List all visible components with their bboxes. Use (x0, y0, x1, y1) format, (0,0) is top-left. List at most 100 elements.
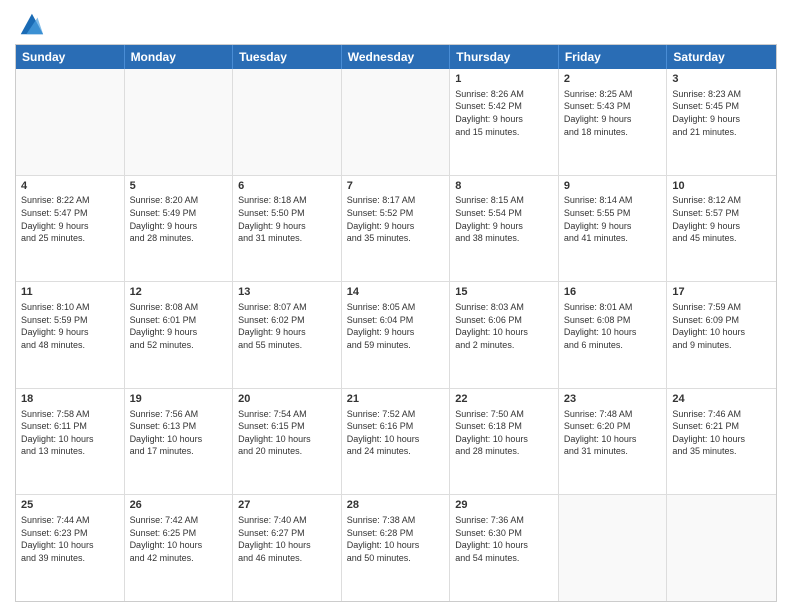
calendar-cell: 2Sunrise: 8:25 AM Sunset: 5:43 PM Daylig… (559, 69, 668, 175)
logo-icon (17, 10, 45, 38)
day-info: Sunrise: 7:59 AM Sunset: 6:09 PM Dayligh… (672, 301, 771, 351)
day-number: 22 (455, 392, 553, 407)
calendar-cell: 8Sunrise: 8:15 AM Sunset: 5:54 PM Daylig… (450, 176, 559, 282)
day-number: 8 (455, 179, 553, 194)
day-info: Sunrise: 8:20 AM Sunset: 5:49 PM Dayligh… (130, 194, 228, 244)
header-cell-monday: Monday (125, 45, 234, 69)
day-info: Sunrise: 7:44 AM Sunset: 6:23 PM Dayligh… (21, 514, 119, 564)
day-number: 4 (21, 179, 119, 194)
calendar-cell: 24Sunrise: 7:46 AM Sunset: 6:21 PM Dayli… (667, 389, 776, 495)
calendar-cell: 3Sunrise: 8:23 AM Sunset: 5:45 PM Daylig… (667, 69, 776, 175)
day-info: Sunrise: 8:01 AM Sunset: 6:08 PM Dayligh… (564, 301, 662, 351)
calendar-cell: 5Sunrise: 8:20 AM Sunset: 5:49 PM Daylig… (125, 176, 234, 282)
calendar-cell: 9Sunrise: 8:14 AM Sunset: 5:55 PM Daylig… (559, 176, 668, 282)
day-number: 27 (238, 498, 336, 513)
calendar-cell (342, 69, 451, 175)
day-number: 19 (130, 392, 228, 407)
day-number: 23 (564, 392, 662, 407)
day-info: Sunrise: 8:12 AM Sunset: 5:57 PM Dayligh… (672, 194, 771, 244)
calendar-cell: 26Sunrise: 7:42 AM Sunset: 6:25 PM Dayli… (125, 495, 234, 601)
day-number: 11 (21, 285, 119, 300)
day-number: 6 (238, 179, 336, 194)
header-cell-thursday: Thursday (450, 45, 559, 69)
day-number: 5 (130, 179, 228, 194)
calendar-cell: 12Sunrise: 8:08 AM Sunset: 6:01 PM Dayli… (125, 282, 234, 388)
calendar-cell: 29Sunrise: 7:36 AM Sunset: 6:30 PM Dayli… (450, 495, 559, 601)
calendar-cell: 10Sunrise: 8:12 AM Sunset: 5:57 PM Dayli… (667, 176, 776, 282)
calendar-header: SundayMondayTuesdayWednesdayThursdayFrid… (16, 45, 776, 69)
day-number: 7 (347, 179, 445, 194)
day-info: Sunrise: 7:52 AM Sunset: 6:16 PM Dayligh… (347, 408, 445, 458)
calendar-cell: 19Sunrise: 7:56 AM Sunset: 6:13 PM Dayli… (125, 389, 234, 495)
day-number: 12 (130, 285, 228, 300)
day-number: 13 (238, 285, 336, 300)
day-number: 18 (21, 392, 119, 407)
calendar-cell: 23Sunrise: 7:48 AM Sunset: 6:20 PM Dayli… (559, 389, 668, 495)
day-number: 1 (455, 72, 553, 87)
calendar-cell: 6Sunrise: 8:18 AM Sunset: 5:50 PM Daylig… (233, 176, 342, 282)
day-info: Sunrise: 7:56 AM Sunset: 6:13 PM Dayligh… (130, 408, 228, 458)
day-info: Sunrise: 8:25 AM Sunset: 5:43 PM Dayligh… (564, 88, 662, 138)
day-info: Sunrise: 8:07 AM Sunset: 6:02 PM Dayligh… (238, 301, 336, 351)
day-info: Sunrise: 8:08 AM Sunset: 6:01 PM Dayligh… (130, 301, 228, 351)
day-number: 26 (130, 498, 228, 513)
calendar-cell (125, 69, 234, 175)
day-info: Sunrise: 7:42 AM Sunset: 6:25 PM Dayligh… (130, 514, 228, 564)
calendar-row-4: 25Sunrise: 7:44 AM Sunset: 6:23 PM Dayli… (16, 495, 776, 601)
day-number: 29 (455, 498, 553, 513)
day-info: Sunrise: 7:36 AM Sunset: 6:30 PM Dayligh… (455, 514, 553, 564)
logo (15, 10, 45, 38)
header-cell-friday: Friday (559, 45, 668, 69)
calendar-cell (559, 495, 668, 601)
day-number: 10 (672, 179, 771, 194)
day-info: Sunrise: 8:26 AM Sunset: 5:42 PM Dayligh… (455, 88, 553, 138)
day-info: Sunrise: 7:40 AM Sunset: 6:27 PM Dayligh… (238, 514, 336, 564)
day-info: Sunrise: 8:22 AM Sunset: 5:47 PM Dayligh… (21, 194, 119, 244)
calendar-cell: 4Sunrise: 8:22 AM Sunset: 5:47 PM Daylig… (16, 176, 125, 282)
day-info: Sunrise: 8:05 AM Sunset: 6:04 PM Dayligh… (347, 301, 445, 351)
calendar-cell: 16Sunrise: 8:01 AM Sunset: 6:08 PM Dayli… (559, 282, 668, 388)
calendar-cell: 18Sunrise: 7:58 AM Sunset: 6:11 PM Dayli… (16, 389, 125, 495)
day-number: 20 (238, 392, 336, 407)
calendar-row-3: 18Sunrise: 7:58 AM Sunset: 6:11 PM Dayli… (16, 389, 776, 496)
day-info: Sunrise: 7:54 AM Sunset: 6:15 PM Dayligh… (238, 408, 336, 458)
day-number: 9 (564, 179, 662, 194)
calendar-cell: 13Sunrise: 8:07 AM Sunset: 6:02 PM Dayli… (233, 282, 342, 388)
calendar-cell: 20Sunrise: 7:54 AM Sunset: 6:15 PM Dayli… (233, 389, 342, 495)
day-info: Sunrise: 8:15 AM Sunset: 5:54 PM Dayligh… (455, 194, 553, 244)
day-number: 16 (564, 285, 662, 300)
day-info: Sunrise: 8:17 AM Sunset: 5:52 PM Dayligh… (347, 194, 445, 244)
day-info: Sunrise: 8:23 AM Sunset: 5:45 PM Dayligh… (672, 88, 771, 138)
day-number: 17 (672, 285, 771, 300)
header-cell-wednesday: Wednesday (342, 45, 451, 69)
calendar-cell: 7Sunrise: 8:17 AM Sunset: 5:52 PM Daylig… (342, 176, 451, 282)
calendar-cell: 1Sunrise: 8:26 AM Sunset: 5:42 PM Daylig… (450, 69, 559, 175)
day-number: 25 (21, 498, 119, 513)
calendar-cell: 28Sunrise: 7:38 AM Sunset: 6:28 PM Dayli… (342, 495, 451, 601)
day-info: Sunrise: 7:58 AM Sunset: 6:11 PM Dayligh… (21, 408, 119, 458)
calendar-row-1: 4Sunrise: 8:22 AM Sunset: 5:47 PM Daylig… (16, 176, 776, 283)
calendar-cell: 15Sunrise: 8:03 AM Sunset: 6:06 PM Dayli… (450, 282, 559, 388)
page: SundayMondayTuesdayWednesdayThursdayFrid… (0, 0, 792, 612)
calendar-cell: 22Sunrise: 7:50 AM Sunset: 6:18 PM Dayli… (450, 389, 559, 495)
calendar-cell: 25Sunrise: 7:44 AM Sunset: 6:23 PM Dayli… (16, 495, 125, 601)
day-number: 28 (347, 498, 445, 513)
day-number: 24 (672, 392, 771, 407)
calendar-cell (667, 495, 776, 601)
day-info: Sunrise: 8:10 AM Sunset: 5:59 PM Dayligh… (21, 301, 119, 351)
calendar-cell (16, 69, 125, 175)
calendar-row-2: 11Sunrise: 8:10 AM Sunset: 5:59 PM Dayli… (16, 282, 776, 389)
day-number: 3 (672, 72, 771, 87)
calendar-row-0: 1Sunrise: 8:26 AM Sunset: 5:42 PM Daylig… (16, 69, 776, 176)
day-info: Sunrise: 8:14 AM Sunset: 5:55 PM Dayligh… (564, 194, 662, 244)
day-number: 14 (347, 285, 445, 300)
calendar-cell: 27Sunrise: 7:40 AM Sunset: 6:27 PM Dayli… (233, 495, 342, 601)
day-info: Sunrise: 7:48 AM Sunset: 6:20 PM Dayligh… (564, 408, 662, 458)
day-info: Sunrise: 8:18 AM Sunset: 5:50 PM Dayligh… (238, 194, 336, 244)
header-cell-tuesday: Tuesday (233, 45, 342, 69)
day-number: 21 (347, 392, 445, 407)
header-cell-saturday: Saturday (667, 45, 776, 69)
calendar: SundayMondayTuesdayWednesdayThursdayFrid… (15, 44, 777, 602)
day-info: Sunrise: 7:38 AM Sunset: 6:28 PM Dayligh… (347, 514, 445, 564)
calendar-body: 1Sunrise: 8:26 AM Sunset: 5:42 PM Daylig… (16, 69, 776, 601)
